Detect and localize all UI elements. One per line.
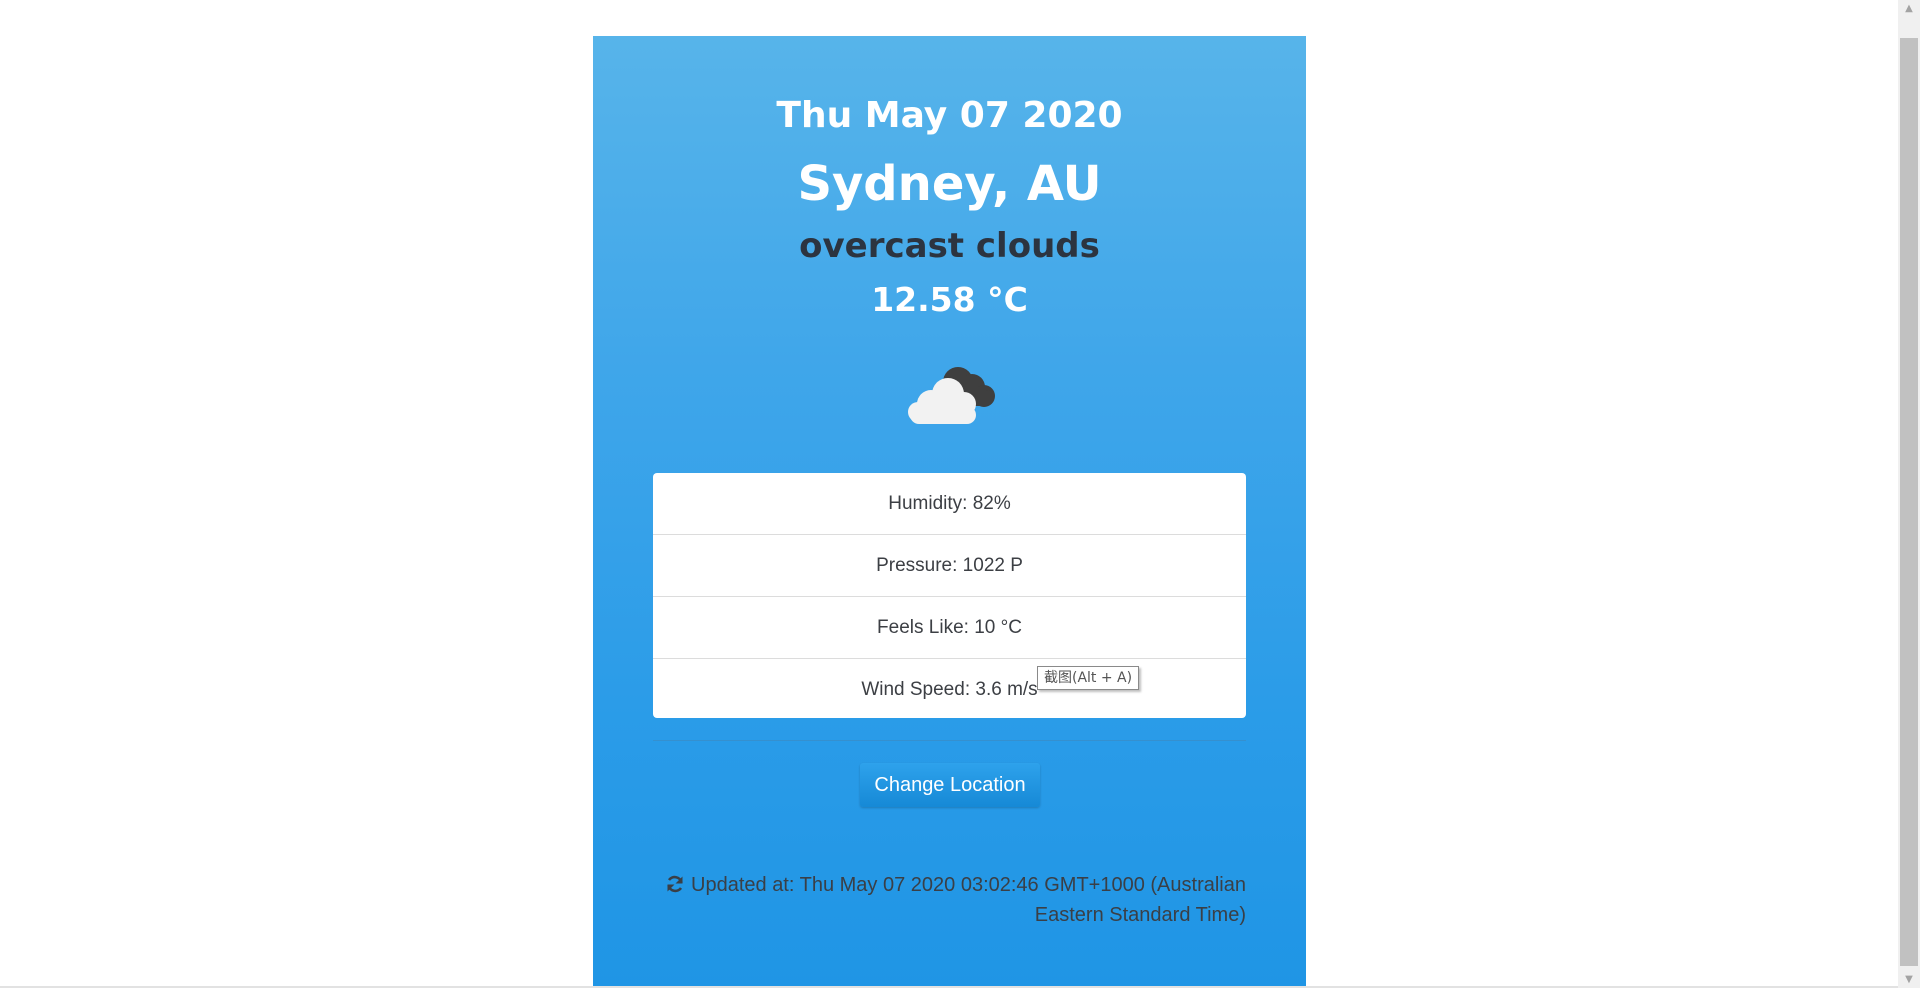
weather-date: Thu May 07 2020 xyxy=(776,95,1123,136)
detail-pressure: Pressure: 1022 P xyxy=(653,535,1246,597)
scroll-up-arrow-icon[interactable]: ▲ xyxy=(1898,0,1920,17)
overcast-clouds-icon xyxy=(904,360,998,424)
vertical-scrollbar[interactable]: ▲ ▼ xyxy=(1898,0,1920,988)
detail-wind-speed: Wind Speed: 3.6 m/s xyxy=(861,678,1038,700)
updated-at: Updated at: Thu May 07 2020 03:02:46 GMT… xyxy=(660,870,1246,930)
scrollbar-thumb[interactable] xyxy=(1900,38,1918,966)
weather-temperature: 12.58 °C xyxy=(871,280,1028,319)
browser-viewport: Thu May 07 2020 Sydney, AU overcast clou… xyxy=(0,0,1920,988)
section-divider xyxy=(653,740,1246,741)
scroll-down-arrow-icon[interactable]: ▼ xyxy=(1898,971,1920,988)
weather-details-list: Humidity: 82% Pressure: 1022 P Feels Lik… xyxy=(653,473,1246,718)
detail-feels-like: Feels Like: 10 °C xyxy=(653,597,1246,659)
refresh-icon[interactable] xyxy=(665,873,685,893)
weather-description: overcast clouds xyxy=(799,226,1100,266)
screenshot-tooltip: 截图(Alt + A) xyxy=(1037,666,1140,690)
change-location-button[interactable]: Change Location xyxy=(860,763,1040,807)
detail-humidity: Humidity: 82% xyxy=(653,473,1246,535)
weather-location: Sydney, AU xyxy=(797,156,1102,212)
updated-at-text: Updated at: Thu May 07 2020 03:02:46 GMT… xyxy=(691,874,1246,926)
